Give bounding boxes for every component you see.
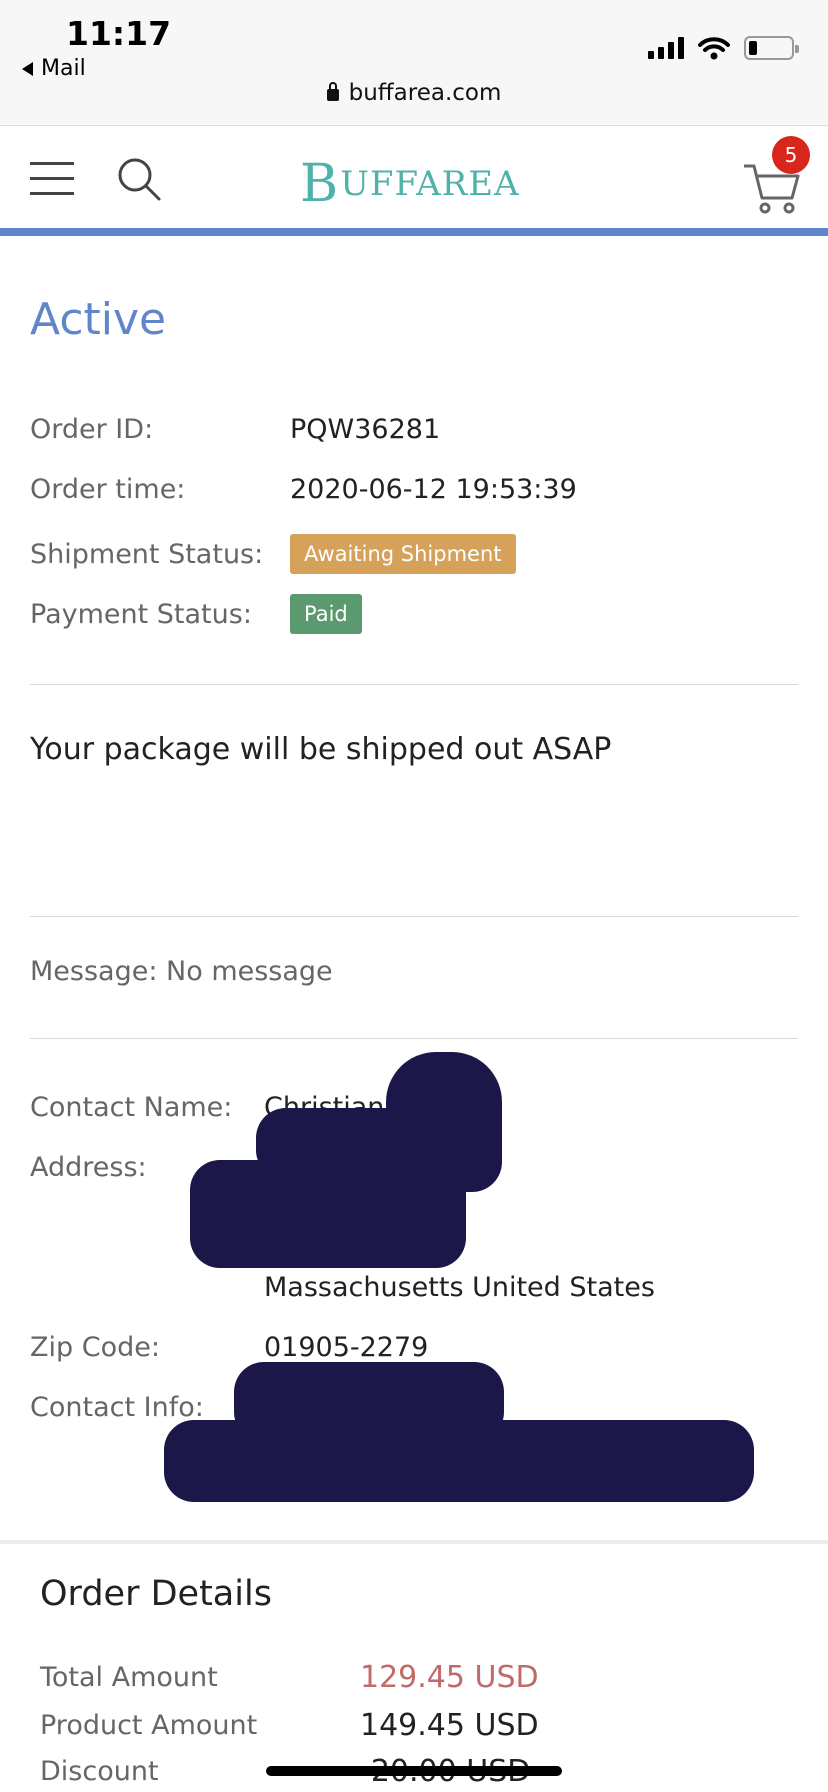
search-icon[interactable]: [116, 156, 162, 202]
zip-code-value: 01905-2279: [264, 1332, 429, 1363]
shipment-status-badge: Awaiting Shipment: [290, 534, 516, 574]
section-separator: [0, 1540, 828, 1544]
total-amount-row: Total Amount 129.45 USD: [40, 1660, 539, 1695]
back-arrow-icon: [22, 61, 33, 76]
divider: [30, 1038, 798, 1039]
order-id-label: Order ID:: [30, 414, 154, 445]
site-header: B UFFAREA 5: [0, 126, 828, 236]
logo-initial: B: [300, 154, 339, 214]
status-icons: [648, 36, 799, 60]
payment-status-badge: Paid: [290, 594, 362, 634]
address-region-value: Massachusetts United States: [264, 1272, 655, 1303]
divider: [30, 916, 798, 917]
order-message: Message: No message: [30, 956, 333, 987]
url-bar[interactable]: buffarea.com: [0, 80, 828, 106]
product-amount-row: Product Amount 149.45 USD: [40, 1708, 539, 1743]
contact-info-label: Contact Info:: [30, 1392, 204, 1423]
total-amount-value: 129.45 USD: [360, 1660, 539, 1695]
address-region-row: Massachusetts United States: [30, 1272, 655, 1303]
battery-icon: [744, 36, 799, 60]
order-id-row: Order ID: PQW36281: [30, 414, 440, 445]
browser-top-bar: 11:17 Mail buffarea.com: [0, 0, 828, 126]
lock-icon: [326, 82, 339, 101]
total-amount-label: Total Amount: [40, 1662, 218, 1693]
contact-info-row: Contact Info:: [30, 1392, 264, 1423]
cellular-signal-icon: [648, 37, 684, 59]
back-label: Mail: [41, 56, 86, 81]
wifi-icon: [698, 37, 730, 60]
zip-code-row: Zip Code: 01905-2279: [30, 1332, 428, 1363]
logo-text: UFFAREA: [340, 164, 520, 204]
shipment-status-label: Shipment Status:: [30, 538, 264, 570]
redaction-scribble: [190, 1160, 466, 1268]
order-time-label: Order time:: [30, 474, 186, 505]
payment-status-label: Payment Status:: [30, 598, 252, 630]
contact-name-label: Contact Name:: [30, 1092, 233, 1123]
order-time-row: Order time: 2020-06-12 19:53:39: [30, 474, 577, 505]
divider: [30, 684, 798, 685]
shipment-status-row: Shipment Status: Awaiting Shipment: [30, 534, 516, 574]
url-text: buffarea.com: [348, 80, 502, 106]
status-time: 11:17: [66, 14, 172, 53]
cart-count-badge: 5: [772, 136, 810, 174]
home-indicator[interactable]: [266, 1766, 562, 1776]
product-amount-value: 149.45 USD: [360, 1708, 539, 1743]
product-amount-label: Product Amount: [40, 1710, 258, 1741]
shipping-note: Your package will be shipped out ASAP: [30, 732, 612, 767]
hamburger-menu-icon[interactable]: [30, 160, 74, 196]
order-time-value: 2020-06-12 19:53:39: [290, 474, 577, 505]
order-details-title: Order Details: [40, 1574, 272, 1614]
header-accent-rule: [0, 228, 828, 236]
redaction-scribble: [164, 1420, 754, 1502]
order-id-value: PQW36281: [290, 414, 441, 445]
order-state-heading: Active: [30, 294, 167, 345]
payment-status-row: Payment Status: Paid: [30, 594, 362, 634]
zip-code-label: Zip Code:: [30, 1332, 160, 1363]
buffarea-logo[interactable]: B UFFAREA: [300, 144, 520, 224]
back-to-mail-button[interactable]: Mail: [22, 56, 86, 81]
